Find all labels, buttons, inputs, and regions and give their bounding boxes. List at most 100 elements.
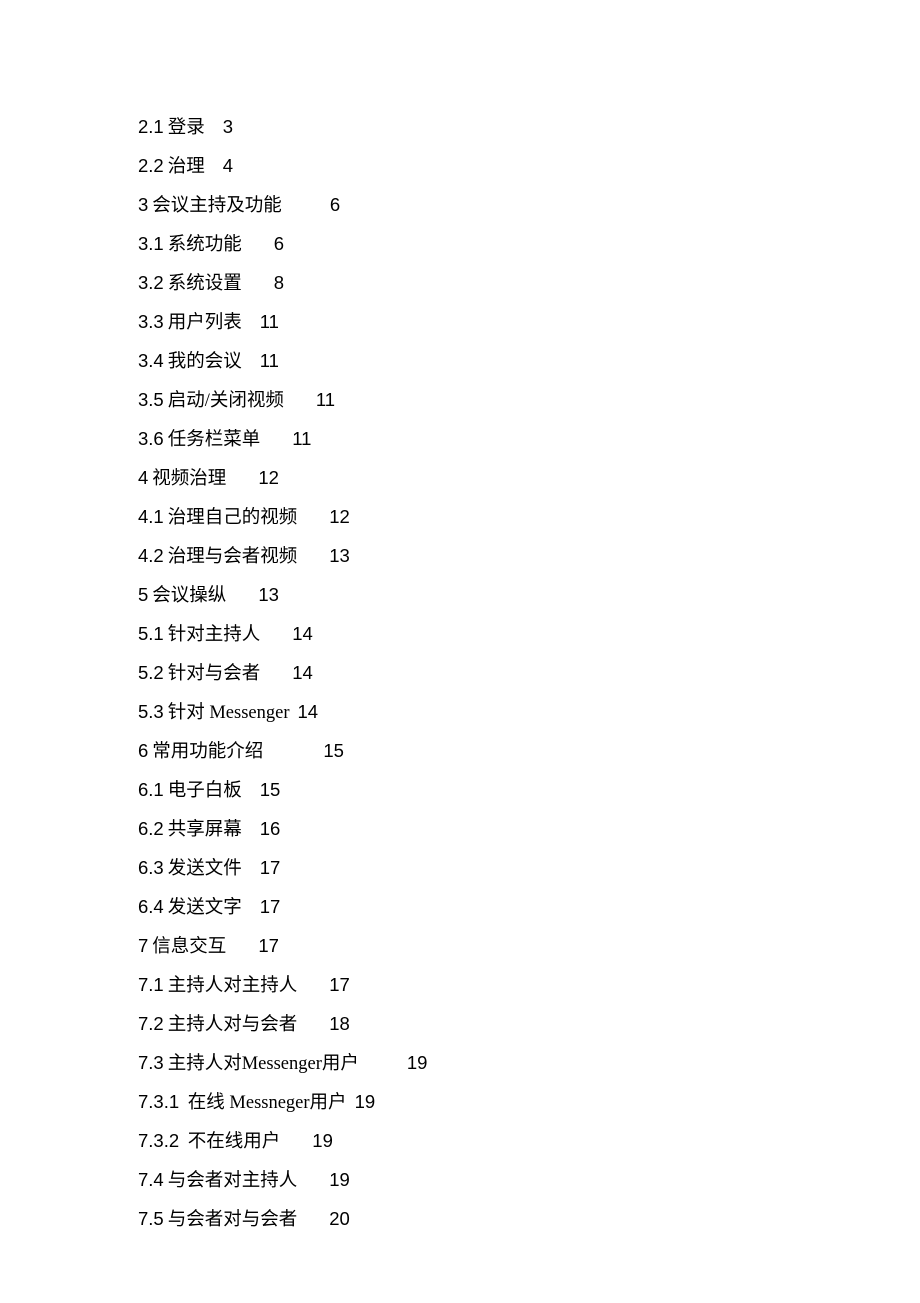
toc-number: 3.4 (138, 350, 164, 371)
toc-title: 共享屏幕 (168, 820, 242, 840)
toc-number: 2.1 (138, 116, 164, 137)
toc-entry: 7信息交互17 (138, 937, 920, 957)
toc-number: 6.1 (138, 779, 164, 800)
toc-page: 11 (260, 352, 279, 371)
toc-page: 14 (292, 625, 313, 644)
toc-entry: 5.3针对 Messenger 14 (138, 703, 920, 723)
toc-title: 会议操纵 (152, 586, 226, 606)
toc-number: 6.4 (138, 896, 164, 917)
toc-entry: 5.2针对与会者 14 (138, 664, 920, 684)
toc-entry: 7.2主持人对与会者 18 (138, 1015, 920, 1035)
toc-title: 系统功能 (168, 235, 242, 255)
toc-number: 7.3.1 (138, 1091, 179, 1112)
toc-number: 4.2 (138, 545, 164, 566)
toc-number: 3.1 (138, 233, 164, 254)
toc-title: 我的会议 (168, 352, 242, 372)
toc-entry: 2.2治理 4 (138, 157, 920, 177)
toc-title: 主持人对与会者 (168, 1015, 298, 1035)
toc-number: 3.3 (138, 311, 164, 332)
toc-page: 19 (329, 1171, 350, 1190)
toc-title: 任务栏菜单 (168, 430, 261, 450)
toc-page: 11 (260, 313, 279, 332)
toc-title: 与会者对与会者 (168, 1210, 298, 1230)
toc-entry: 4视频治理 12 (138, 469, 920, 489)
toc-number: 7.1 (138, 974, 164, 995)
toc-entry: 6.3发送文件17 (138, 859, 920, 879)
toc-entry: 7.3.2 不在线用户19 (138, 1132, 920, 1152)
toc-number: 5 (138, 584, 148, 605)
toc-title: 信息交互 (152, 937, 226, 957)
toc-page: 15 (260, 781, 281, 800)
toc-page: 18 (329, 1015, 350, 1034)
toc-title: 常用功能介绍 (152, 742, 263, 762)
toc-entry: 4.2治理与会者视频 13 (138, 547, 920, 567)
toc-title: 治理 (168, 157, 205, 177)
toc-title: 用户列表 (168, 313, 242, 333)
toc-page: 14 (292, 664, 313, 683)
toc-title: 治理与会者视频 (168, 547, 298, 567)
toc-page: 16 (260, 820, 281, 839)
toc-number: 5.3 (138, 701, 164, 722)
toc-page: 15 (323, 742, 344, 761)
toc-entry: 7.3.1 在线 Messneger用户19 (138, 1093, 920, 1113)
toc-page: 17 (329, 976, 350, 995)
toc-title: 登录 (168, 118, 205, 138)
toc-title: 启动/关闭视频 (168, 391, 284, 411)
toc-number: 6 (138, 740, 148, 761)
toc-title: 针对主持人 (168, 625, 261, 645)
toc-number: 3.5 (138, 389, 164, 410)
toc-title: 系统设置 (168, 274, 242, 294)
toc-page: 8 (274, 274, 284, 293)
toc-entry: 5会议操纵 13 (138, 586, 920, 606)
toc-number: 7.5 (138, 1208, 164, 1229)
toc-title: 主持人对Messenger用户 (168, 1054, 359, 1074)
toc-title: 电子白板 (168, 781, 242, 801)
toc-number: 7.3.2 (138, 1130, 179, 1151)
toc-number: 5.2 (138, 662, 164, 683)
toc-page: 6 (274, 235, 284, 254)
toc-page: 4 (223, 157, 233, 176)
toc-entry: 3.1系统功能 6 (138, 235, 920, 255)
toc-number: 7.4 (138, 1169, 164, 1190)
toc-entry: 3.2系统设置 8 (138, 274, 920, 294)
toc-number: 6.2 (138, 818, 164, 839)
toc-entry: 6.4发送文字17 (138, 898, 920, 918)
toc-title: 针对 Messenger (168, 703, 290, 723)
toc-title: 与会者对主持人 (168, 1171, 298, 1191)
toc-entry: 3.4我的会议 11 (138, 352, 920, 372)
toc-entry: 7.5与会者对与会者 20 (138, 1210, 920, 1230)
toc-entry: 7.4与会者对主持人 19 (138, 1171, 920, 1191)
toc-entry: 3会议主持及功能6 (138, 196, 920, 216)
toc-number: 4.1 (138, 506, 164, 527)
toc-entry: 6常用功能介绍 15 (138, 742, 920, 762)
toc-number: 7.2 (138, 1013, 164, 1034)
toc-page: 6 (330, 196, 340, 215)
toc-page: 11 (292, 430, 311, 449)
toc-page: 12 (258, 469, 279, 488)
toc-number: 4 (138, 467, 148, 488)
toc-page: 3 (223, 118, 233, 137)
toc-entry: 7.1主持人对主持人 17 (138, 976, 920, 996)
toc-number: 2.2 (138, 155, 164, 176)
toc-page: 13 (258, 586, 279, 605)
toc-page: 14 (298, 703, 319, 722)
toc-page: 13 (329, 547, 350, 566)
toc-entry: 3.6任务栏菜单11 (138, 430, 920, 450)
toc-entry: 3.5启动/关闭视频 11 (138, 391, 920, 411)
toc-page: 11 (316, 391, 335, 410)
toc-title: 针对与会者 (168, 664, 261, 684)
toc-title: 视频治理 (152, 469, 226, 489)
toc-page: 20 (329, 1210, 350, 1229)
toc-entry: 2.1登录 3 (138, 118, 920, 138)
toc-number: 6.3 (138, 857, 164, 878)
toc-title: 发送文件 (168, 859, 242, 879)
toc-title: 发送文字 (168, 898, 242, 918)
toc-number: 5.1 (138, 623, 164, 644)
toc-number: 3.2 (138, 272, 164, 293)
toc-entry: 3.3用户列表 11 (138, 313, 920, 333)
toc-page: 19 (355, 1093, 376, 1112)
toc-page: 12 (329, 508, 350, 527)
toc-entry: 6.1电子白板 15 (138, 781, 920, 801)
toc-title: 主持人对主持人 (168, 976, 298, 996)
toc-entry: 6.2共享屏幕 16 (138, 820, 920, 840)
